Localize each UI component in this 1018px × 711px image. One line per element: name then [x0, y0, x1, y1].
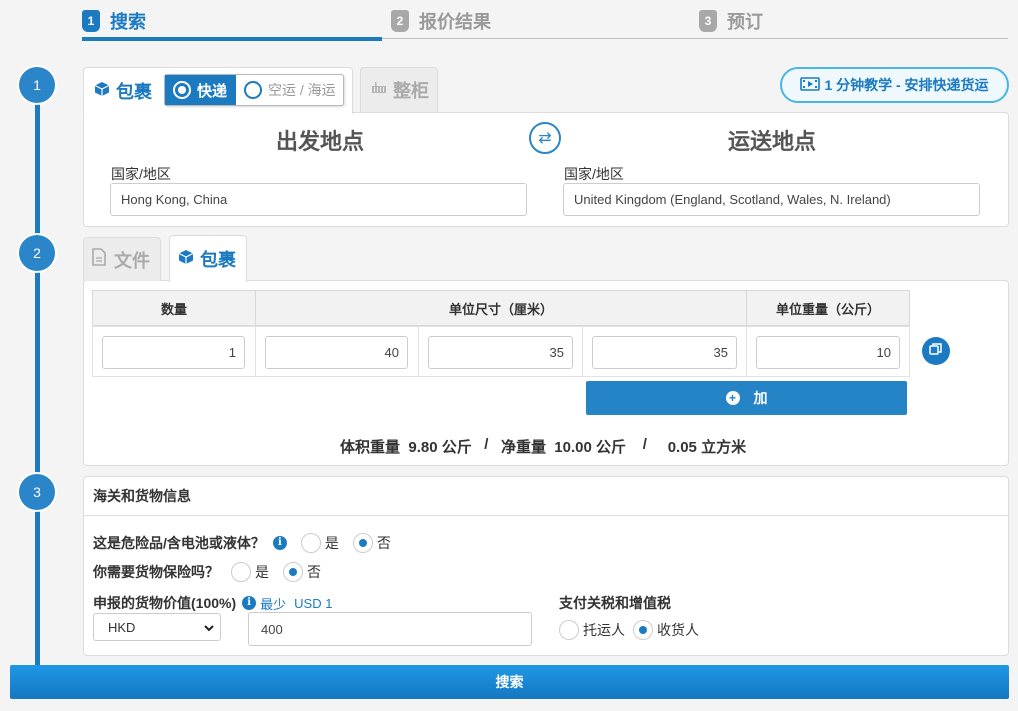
tab-label: 整柜 [393, 81, 429, 102]
insurance-question: 你需要货物保险吗？ [93, 564, 219, 580]
duty-payer-label: 支付关税和增值税 [559, 595, 671, 611]
timeline-step-1: 1 [19, 67, 55, 103]
currency-select[interactable]: HKD [93, 613, 221, 641]
minimum-label: 最少 [260, 596, 287, 612]
mode-label: 空运 / 海运 [268, 82, 336, 98]
add-package-button[interactable]: + 加 [586, 381, 907, 415]
dangerous-goods-row: 这是危险品/含电池或液体？ i 是 否 [93, 533, 391, 553]
dangerous-goods-question: 这是危险品/含电池或液体？ [93, 535, 265, 551]
origin-title: 出发地点 [275, 129, 364, 155]
tutorial-video-button[interactable]: 1 分钟教学 - 安排快递货运 [780, 67, 1009, 103]
mode-express-option[interactable]: 快递 [165, 75, 236, 105]
timeline-step-3: 3 [19, 474, 55, 510]
film-icon [800, 76, 821, 94]
tab-document[interactable]: 文件 [83, 237, 161, 281]
add-label: 加 [753, 390, 768, 406]
insurance-row: 你需要货物保险吗？ 是 否 [93, 562, 321, 582]
radio-circle [283, 562, 303, 582]
radio-circle [633, 620, 653, 640]
tab-label: 包裹 [116, 82, 152, 103]
duty-shipper-radio[interactable]: 托运人 [559, 620, 625, 640]
radio-circle [559, 620, 579, 640]
radio-label: 收货人 [657, 622, 699, 638]
duty-consignee-radio[interactable]: 收货人 [633, 620, 699, 640]
step-label: 搜索 [110, 12, 146, 32]
radio-circle [352, 533, 373, 553]
header-quantity: 数量 [92, 290, 256, 326]
destination-title: 运送地点 [727, 129, 816, 155]
volume-value: 0.05 立方米 [667, 439, 747, 456]
swap-arrows-icon: ⇄ [538, 130, 552, 147]
tab-label: 包裹 [200, 250, 236, 271]
tab-parcel[interactable]: 包裹 [169, 235, 247, 282]
wizard-progress [82, 37, 382, 41]
quantity-input[interactable]: 1 [102, 336, 245, 369]
copy-icon [929, 342, 943, 361]
step-number: 2 [391, 10, 409, 32]
box-icon [178, 249, 194, 270]
radio-label: 是 [255, 564, 269, 580]
width-input[interactable]: 35 [428, 336, 573, 369]
tutorial-label: 1 分钟教学 - 安排快递货运 [824, 77, 989, 93]
declared-value-label: 申报的货物价值(100%) [93, 595, 237, 611]
tab-full-container[interactable]: 整柜 [360, 67, 438, 112]
box-icon [94, 81, 110, 102]
search-button[interactable]: 搜索 [10, 665, 1009, 699]
mode-air-sea-option[interactable]: 空运 / 海运 [236, 75, 343, 105]
radio-selected-icon [173, 81, 191, 99]
plus-icon: + [725, 391, 740, 405]
volumetric-weight-label: 体积重量 [340, 439, 401, 456]
volumetric-weight-value: 9.80 公斤 [408, 439, 472, 456]
customs-title: 海关和货物信息 [83, 476, 1008, 516]
weight-summary: 体积重量 9.80 公斤 / 净重量 10.00 公斤 / 0.05 立方米 [340, 436, 746, 457]
step-number: 3 [699, 10, 717, 32]
step-label: 预订 [727, 12, 763, 32]
timeline-line [35, 84, 40, 669]
radio-label: 否 [376, 535, 391, 551]
document-icon [92, 248, 106, 271]
dangerous-yes-radio[interactable]: 是 [300, 533, 339, 553]
minimum-value: USD 1 [294, 595, 333, 611]
info-icon[interactable]: i [272, 536, 287, 550]
radio-label: 托运人 [583, 622, 625, 638]
header-dimensions: 单位尺寸（厘米） [255, 290, 747, 326]
weight-input[interactable]: 10 [756, 336, 900, 369]
mode-label: 快递 [197, 82, 228, 100]
chevron-down-icon [204, 620, 214, 635]
radio-label: 否 [307, 564, 321, 580]
currency-value: HKD [108, 619, 136, 635]
declared-value-row: 申报的货物价值(100%) i 最少 USD 1 [93, 593, 332, 613]
radio-circle [231, 562, 251, 582]
origin-country-input[interactable]: Hong Kong, China [110, 183, 527, 216]
destination-country-label: 国家/地区 [564, 166, 624, 182]
shipping-mode-toggle: 快递 空运 / 海运 [164, 74, 344, 106]
swap-locations-button[interactable]: ⇄ [529, 122, 561, 154]
timeline-step-2: 2 [19, 235, 55, 271]
wizard-step-booking[interactable]: 3 预订 [699, 8, 763, 34]
net-weight-label: 净重量 [500, 439, 546, 456]
net-weight-value: 10.00 公斤 [554, 439, 627, 456]
wizard-steps: 1 搜索 2 报价结果 3 预订 [82, 0, 1008, 42]
radio-circle [300, 533, 321, 553]
insurance-no-radio[interactable]: 否 [283, 562, 321, 582]
height-input[interactable]: 35 [592, 336, 737, 369]
radio-label: 是 [324, 535, 339, 551]
destination-country-input[interactable]: United Kingdom (England, Scotland, Wales… [563, 183, 980, 216]
wizard-step-quotes[interactable]: 2 报价结果 [391, 8, 491, 34]
container-icon [371, 81, 387, 100]
copy-row-button[interactable] [922, 337, 950, 365]
length-input[interactable]: 40 [265, 336, 408, 369]
dangerous-no-radio[interactable]: 否 [352, 533, 391, 553]
step-label: 报价结果 [419, 12, 491, 32]
header-weight: 单位重量（公斤） [746, 290, 910, 326]
declared-value-input[interactable]: 400 [248, 612, 532, 646]
wizard-step-search[interactable]: 1 搜索 [82, 8, 146, 34]
radio-empty-icon [244, 81, 262, 99]
origin-country-label: 国家/地区 [111, 166, 171, 182]
insurance-yes-radio[interactable]: 是 [231, 562, 269, 582]
tab-label: 文件 [114, 250, 150, 272]
duty-payer-options: 托运人 收货人 [559, 620, 699, 640]
info-icon[interactable]: i [242, 596, 257, 610]
step-number: 1 [82, 10, 100, 32]
